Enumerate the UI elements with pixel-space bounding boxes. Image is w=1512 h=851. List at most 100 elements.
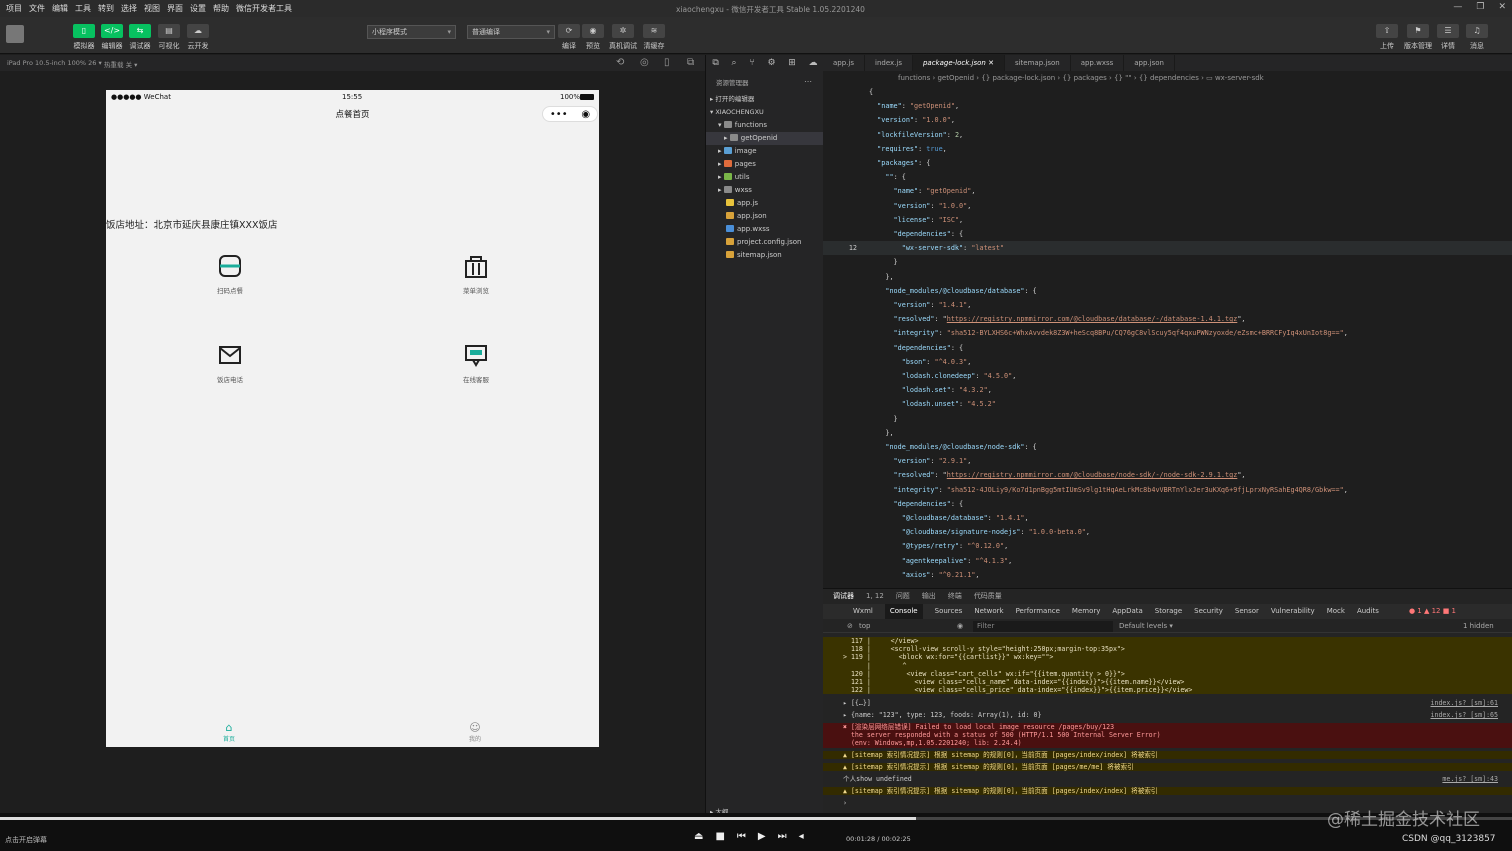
clear-cache-button[interactable]: ≋ 清缓存 (642, 24, 666, 51)
menu-item-help[interactable]: 帮助 (213, 3, 229, 14)
code-line[interactable]: "resolved": "https://registry.npmmirror.… (823, 312, 1512, 326)
code-line[interactable]: "@types/retry": "^0.12.0", (823, 539, 1512, 553)
tab-code-quality[interactable]: 代码质量 (974, 589, 1002, 603)
console-entry[interactable]: ▲ [sitemap 索引情况提示] 根据 sitemap 的规则[0]，当前页… (823, 751, 1512, 760)
code-line[interactable]: "packages": { (823, 156, 1512, 170)
console-log[interactable]: 117 | </view> 118 | <scroll-view scroll-… (823, 633, 1512, 814)
grid-item-phone[interactable]: 饭店电话 (190, 342, 270, 384)
tab-mock[interactable]: Mock (1327, 604, 1345, 619)
debug-panel-icon[interactable]: ⚙ (767, 58, 775, 68)
code-line[interactable]: }, (823, 270, 1512, 284)
close-icon[interactable]: ✕ (1498, 2, 1506, 12)
prev-icon[interactable]: ⏮ (737, 831, 746, 842)
tab-storage[interactable]: Storage (1155, 604, 1182, 619)
clear-icon[interactable]: ⊘ (847, 620, 853, 633)
more-icon[interactable]: ••• (550, 108, 568, 121)
grid-item-menu[interactable]: 菜单浏览 (436, 253, 516, 295)
menu-item-view[interactable]: 视图 (144, 3, 160, 14)
tab-sources[interactable]: Sources (935, 604, 963, 619)
details-button[interactable]: ☰ 详情 (1436, 24, 1460, 51)
tab-package-lock-json[interactable]: package-lock.json ✕ (912, 55, 1005, 71)
tab-sitemap-json[interactable]: sitemap.json (1005, 55, 1071, 71)
issue-counts[interactable]: ● 1 ▲ 12 ■ 1 (1409, 604, 1456, 619)
source-link[interactable]: me.js? [sm]:43 (1442, 775, 1498, 783)
progress-bar[interactable] (0, 817, 1512, 820)
stop-icon[interactable]: ■ (715, 831, 724, 842)
code-line[interactable]: "name": "getOpenid", (823, 184, 1512, 198)
code-line[interactable]: "lockfileVersion": 2, (823, 128, 1512, 142)
code-line[interactable]: "bson": "^4.0.3", (823, 355, 1512, 369)
source-link[interactable]: index.js? [sm]:65 (1431, 711, 1499, 719)
tree-item[interactable]: ▸ utils (706, 171, 824, 184)
version-button[interactable]: ⚑ 版本管理 (1404, 24, 1432, 51)
tree-item[interactable]: ▸ getOpenid (706, 132, 824, 145)
next-icon[interactable]: ⏭ (778, 831, 787, 842)
tree-item[interactable]: sitemap.json (706, 249, 824, 262)
more-icon[interactable]: ⋯ (804, 77, 812, 86)
code-line[interactable]: "lodash.unset": "4.5.2" (823, 397, 1512, 411)
console-entry[interactable]: 117 | </view> 118 | <scroll-view scroll-… (823, 637, 1512, 695)
avatar[interactable] (6, 25, 24, 43)
tab-sensor[interactable]: Sensor (1235, 604, 1259, 619)
tree-item[interactable]: app.js (706, 197, 824, 210)
grid-item-service[interactable]: 在线客服 (436, 342, 516, 384)
simulator-button[interactable]: ▯ 模拟器 (72, 24, 96, 51)
tab-wxml[interactable]: Wxml (853, 604, 873, 619)
git-icon[interactable]: ⑂ (749, 58, 754, 68)
tab-console[interactable]: Console (884, 604, 923, 619)
code-line[interactable]: "dependencies": { (823, 341, 1512, 355)
code-line[interactable]: "resolved": "https://registry.npmmirror.… (823, 468, 1512, 482)
tab-terminal[interactable]: 终端 (948, 589, 962, 603)
close-mini-icon[interactable]: ◉ (581, 108, 590, 121)
code-line[interactable]: "version": "1.0.0", (823, 113, 1512, 127)
editor-button[interactable]: </> 编辑器 (100, 24, 124, 51)
code-line[interactable]: } (823, 412, 1512, 426)
volume-icon[interactable]: ◂ (799, 831, 804, 842)
code-line[interactable]: "dependencies": { (823, 227, 1512, 241)
code-line[interactable]: "dependencies": { (823, 497, 1512, 511)
tab-performance[interactable]: Performance (1016, 604, 1060, 619)
compile-select[interactable]: 普通编译 ▾ (467, 25, 555, 39)
tab-me[interactable]: ☺ 我的 (455, 721, 495, 743)
cloud-panel-icon[interactable]: ☁ (809, 58, 818, 68)
hotreload-toggle[interactable]: 热重载 关 ▾ (104, 59, 137, 69)
close-icon[interactable]: ✕ (988, 59, 994, 67)
code-line[interactable]: "license": "ISC", (823, 213, 1512, 227)
console-filter-input[interactable]: Filter (973, 621, 1113, 632)
grid-item-scan[interactable]: 扫码点餐 (190, 253, 270, 295)
console-entry[interactable]: ✖ [渲染层网络层错误] Failed to load local image … (823, 723, 1512, 748)
tab-network[interactable]: Network (974, 604, 1003, 619)
source-link[interactable]: index.js? [sm]:61 (1431, 699, 1499, 707)
tree-item[interactable]: ▾ functions (706, 119, 824, 132)
console-entry[interactable]: 个人show undefined me.js? [sm]:43 (823, 775, 1512, 783)
capsule-menu[interactable]: ••• ◉ (542, 106, 598, 122)
code-line[interactable]: "node_modules/@cloudbase/node-sdk": { (823, 440, 1512, 454)
tab-security[interactable]: Security (1194, 604, 1223, 619)
context-select[interactable]: top (859, 620, 870, 633)
popout-icon[interactable]: ⧉ (687, 57, 694, 68)
console-entry[interactable]: ▸ [{…}] index.js? [sm]:61 (823, 699, 1512, 707)
menu-item-wechat-devtools[interactable]: 微信开发者工具 (236, 3, 292, 14)
extensions-icon[interactable]: ⊞ (788, 58, 796, 68)
code-line[interactable]: "axios": "^0.21.1", (823, 568, 1512, 582)
code-line[interactable]: "node_modules/@cloudbase/database": { (823, 284, 1512, 298)
code-line[interactable]: "version": "1.4.1", (823, 298, 1512, 312)
tab-index-js[interactable]: index.js (865, 55, 913, 71)
tab-audits[interactable]: Audits (1357, 604, 1379, 619)
code-line[interactable]: "@cloudbase/database": "1.4.1", (823, 511, 1512, 525)
rotate-icon[interactable]: ⟲ (616, 57, 624, 68)
console-entry[interactable]: ▸ {name: "123", type: 123, foods: Array(… (823, 711, 1512, 719)
debugger-button[interactable]: ⇆ 调试器 (128, 24, 152, 51)
device-select[interactable]: iPad Pro 10.5-inch 100% 26 ▾ (7, 59, 102, 67)
play-icon[interactable]: ▶ (758, 831, 766, 842)
menu-item-project[interactable]: 项目 (6, 3, 22, 14)
tab-debugger[interactable]: 调试器 (833, 589, 854, 603)
log-levels-select[interactable]: Default levels ▾ (1119, 620, 1173, 633)
menu-item-select[interactable]: 选择 (121, 3, 137, 14)
code-line[interactable]: 12 "wx-server-sdk": "latest" (823, 241, 1512, 256)
code-line[interactable]: "agentkeepalive": "^4.1.3", (823, 554, 1512, 568)
menu-item-file[interactable]: 文件 (29, 3, 45, 14)
code-line[interactable]: "lodash.clonedeep": "4.5.0", (823, 369, 1512, 383)
tab-home[interactable]: ⌂ 首页 (209, 721, 249, 743)
tab-memory[interactable]: Memory (1072, 604, 1100, 619)
